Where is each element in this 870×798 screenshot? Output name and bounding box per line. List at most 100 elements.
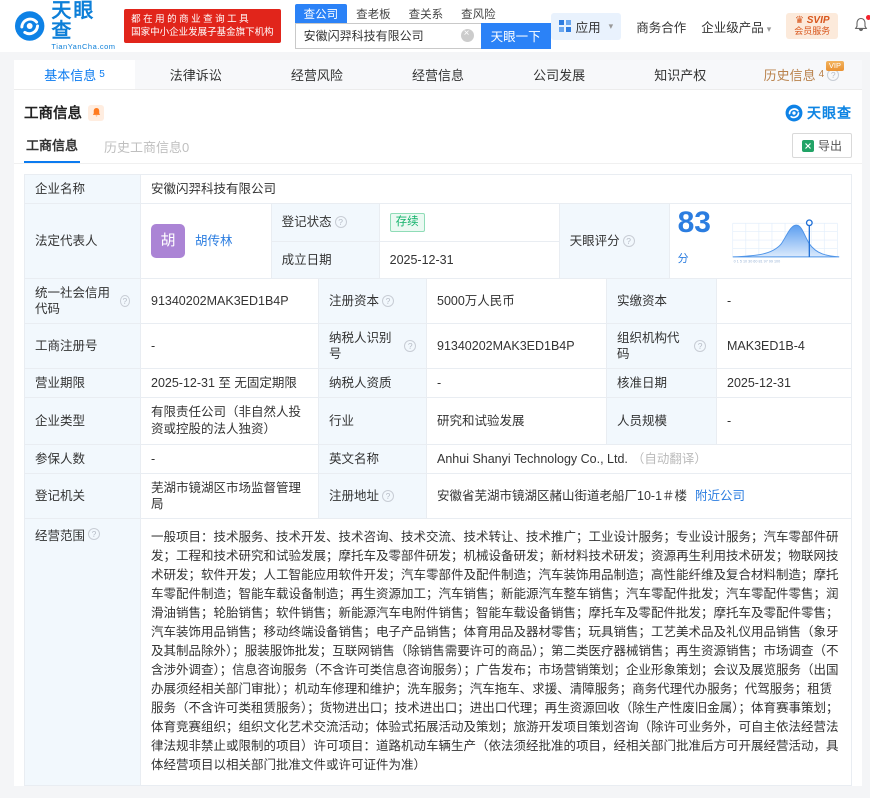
- watermark-text: 天眼查: [807, 104, 852, 121]
- legal-rep-avatar[interactable]: 胡: [151, 224, 185, 258]
- export-button[interactable]: 导出: [791, 133, 852, 158]
- notification-bell-icon[interactable]: [853, 14, 870, 36]
- subscribe-bell-icon[interactable]: [88, 104, 104, 121]
- business-term-label: 营业期限: [25, 369, 141, 397]
- industry-value: 研究和试验发展: [427, 398, 607, 444]
- vip-badge: VIP: [825, 61, 844, 71]
- svip-member-badge[interactable]: ♛ SVIP 会员服务: [786, 13, 839, 39]
- clear-icon[interactable]: [460, 28, 474, 42]
- tab-operation-info[interactable]: 经营信息: [377, 60, 498, 89]
- reg-number-label: 工商注册号: [25, 324, 141, 368]
- tab-history-info-count: 4: [818, 69, 825, 80]
- status-badge: 存续: [389, 212, 425, 232]
- tab-company-development[interactable]: 公司发展: [499, 60, 620, 89]
- excel-icon: [801, 139, 814, 152]
- tab-operation-info-label: 经营信息: [411, 68, 464, 83]
- help-icon[interactable]: [694, 340, 706, 352]
- table-row: 登记机关 芜湖市镜湖区市场监督管理局 注册地址 安徽省芜湖市镜湖区赭山街道老船厂…: [25, 474, 851, 519]
- tab-operation-risk[interactable]: 经营风险: [256, 60, 377, 89]
- nearby-companies-link[interactable]: 附近公司: [695, 488, 745, 504]
- subtab-history-business-info[interactable]: 历史工商信息0: [102, 133, 191, 163]
- business-scope-label: 经营范围: [25, 519, 141, 785]
- tab-company-development-label: 公司发展: [533, 68, 586, 83]
- help-icon[interactable]: [404, 340, 416, 352]
- business-info-table: 企业名称 安徽闪羿科技有限公司 法定代表人 胡 胡传林 登记状态 存续 成立日期…: [24, 174, 852, 786]
- score-axis-labels: 0 1 5 10 30 60 81 97 99 100: [734, 259, 781, 263]
- table-row: 经营范围 一般项目：技术服务、技术开发、技术咨询、技术交流、技术转让、技术推广；…: [25, 519, 851, 786]
- search-input[interactable]: [294, 22, 481, 49]
- approval-date-label: 核准日期: [607, 369, 717, 397]
- tab-history-info[interactable]: VIP 历史信息 4: [741, 60, 862, 89]
- legal-rep-cell: 胡 胡传林: [141, 204, 272, 278]
- search-button[interactable]: 天眼一下: [480, 22, 551, 49]
- table-row: 统一社会信用代码 91340202MAK3ED1B4P 注册资本 5000万人民…: [25, 279, 851, 324]
- menu-business-cooperation[interactable]: 商务合作: [636, 17, 686, 36]
- english-name-value: Anhui Shanyi Technology Co., Ltd. （自动翻译）: [427, 445, 851, 473]
- table-row: 企业类型 有限责任公司（非自然人投资或控股的法人独资） 行业 研究和试验发展 人…: [25, 398, 851, 445]
- help-icon[interactable]: [382, 295, 395, 307]
- help-icon[interactable]: [119, 295, 130, 307]
- reg-number-value: -: [141, 324, 319, 368]
- brand-slogan: 都在用的商业查询工具 国家中小企业发展子基金旗下机构: [124, 9, 281, 43]
- insured-count-value: -: [141, 445, 319, 473]
- export-label: 导出: [817, 139, 842, 153]
- reg-status-label: 登记状态: [271, 204, 380, 241]
- org-code-label: 组织机构代码: [607, 324, 717, 368]
- reg-authority-value: 芜湖市镜湖区市场监督管理局: [141, 474, 319, 518]
- help-icon[interactable]: [334, 216, 347, 229]
- tab-operation-risk-label: 经营风险: [290, 68, 343, 83]
- english-name-text: Anhui Shanyi Technology Co., Ltd.: [437, 452, 628, 466]
- subtab-business-info[interactable]: 工商信息: [24, 131, 81, 163]
- org-code-value: MAK3ED1B-4: [727, 339, 805, 353]
- reg-address-label: 注册地址: [319, 474, 427, 518]
- insured-count-label: 参保人数: [25, 445, 141, 473]
- uscc-label: 统一社会信用代码: [25, 279, 141, 323]
- taxpayer-id-label: 纳税人识别号: [319, 324, 427, 368]
- tab-legal-litigation-label: 法律诉讼: [169, 68, 222, 83]
- business-scope-value: 一般项目：技术服务、技术开发、技术咨询、技术交流、技术转让、技术推广；工业设计服…: [151, 530, 839, 772]
- tianyancha-logo[interactable]: 天眼查 TianYanCha.com: [14, 1, 116, 51]
- paid-capital-label: 实缴资本: [607, 279, 717, 323]
- help-icon[interactable]: [622, 235, 635, 247]
- search-tab-company[interactable]: 查公司: [294, 3, 348, 23]
- company-name-value: 安徽闪羿科技有限公司: [151, 182, 277, 196]
- legal-rep-label: 法定代表人: [25, 204, 141, 278]
- search-tab-relation[interactable]: 查关系: [400, 4, 453, 23]
- company-type-label: 企业类型: [25, 398, 141, 444]
- tab-intellectual-property[interactable]: 知识产权: [620, 60, 741, 89]
- table-row: 法定代表人 胡 胡传林 登记状态 存续 成立日期 2025-12-31 天眼评分…: [25, 204, 851, 279]
- reg-status-value: 存续: [380, 204, 559, 241]
- company-nav-tabs: 基本信息 5 法律诉讼 经营风险 经营信息 公司发展 知识产权 VIP 历史信息…: [14, 60, 862, 90]
- brand-name: 天眼查: [51, 0, 96, 43]
- reg-address-value: 安徽省芜湖市镜湖区赭山街道老船厂10-1＃楼 附近公司: [427, 474, 851, 518]
- menu-enterprise-products[interactable]: 企业级产品: [701, 17, 771, 36]
- tab-legal-litigation[interactable]: 法律诉讼: [135, 60, 256, 89]
- staff-size-value: -: [727, 414, 732, 428]
- tab-basic-info[interactable]: 基本信息 5: [14, 60, 136, 89]
- company-name-label: 企业名称: [25, 175, 141, 203]
- brand-domain: TianYanCha.com: [51, 42, 116, 52]
- section-title: 工商信息: [24, 106, 82, 122]
- tab-basic-info-count: 5: [99, 69, 105, 80]
- score-cell[interactable]: 83分 0 1 5 10 30 60 81 97 99 100: [670, 204, 851, 278]
- apps-menu[interactable]: 应用: [550, 12, 622, 40]
- table-row: 营业期限 2025-12-31 至 无固定期限 纳税人资质 - 核准日期 202…: [25, 369, 851, 398]
- uscc-value: 91340202MAK3ED1B4P: [141, 279, 319, 323]
- search-tab-risk[interactable]: 查风险: [452, 4, 505, 23]
- industry-label: 行业: [319, 398, 427, 444]
- search-tab-boss[interactable]: 查老板: [347, 4, 400, 23]
- legal-rep-name-link[interactable]: 胡传林: [195, 233, 233, 249]
- english-name-label: 英文名称: [319, 445, 427, 473]
- auto-translate-note: （自动翻译）: [631, 452, 707, 466]
- taxpayer-qual-value: -: [427, 369, 607, 397]
- reg-authority-label: 登记机关: [25, 474, 141, 518]
- tab-basic-info-label: 基本信息: [44, 68, 97, 83]
- crown-icon: ♛: [794, 15, 804, 26]
- staff-size-label: 人员规模: [607, 398, 717, 444]
- help-icon[interactable]: [88, 528, 101, 540]
- table-row: 参保人数 - 英文名称 Anhui Shanyi Technology Co.,…: [25, 445, 851, 474]
- top-header: 天眼查 TianYanCha.com 都在用的商业查询工具 国家中小企业发展子基…: [0, 0, 870, 52]
- slogan-line2: 国家中小企业发展子基金旗下机构: [131, 27, 274, 38]
- taxpayer-qual-label: 纳税人资质: [319, 369, 427, 397]
- help-icon[interactable]: [382, 490, 395, 502]
